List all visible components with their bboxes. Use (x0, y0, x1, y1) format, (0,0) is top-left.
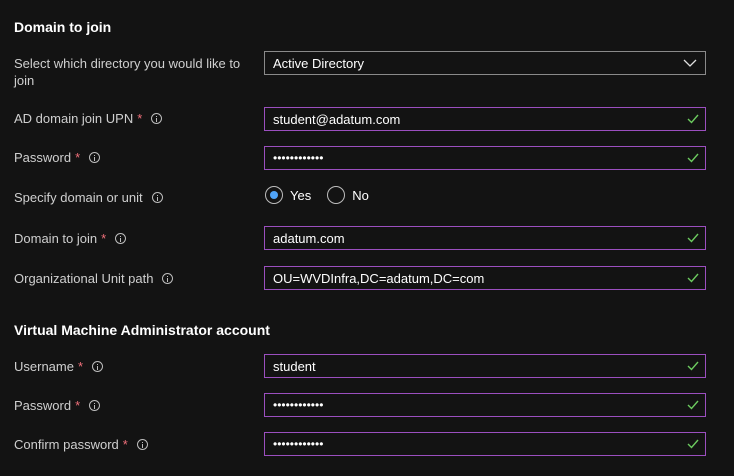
upn-input[interactable]: student@adatum.com (264, 107, 706, 131)
info-icon[interactable] (92, 361, 104, 372)
domain-to-join-input-value: adatum.com (273, 230, 345, 246)
confirm-password-input-value: •••••••••••• (273, 437, 324, 451)
username-input[interactable]: student (264, 354, 706, 378)
required-marker: * (137, 111, 143, 126)
required-marker: * (75, 398, 81, 413)
section-title-vm-admin: Virtual Machine Administrator account (14, 322, 270, 338)
upn-label-text: AD domain join UPN (14, 111, 134, 126)
username-label: Username * (14, 358, 254, 375)
specify-domain-radio-group: Yes No (265, 185, 385, 205)
info-icon[interactable] (89, 400, 101, 411)
check-icon (687, 400, 699, 410)
upn-label: AD domain join UPN * (14, 110, 254, 127)
check-icon (687, 361, 699, 371)
password-input-value: •••••••••••• (273, 151, 324, 165)
required-marker: * (122, 437, 128, 452)
username-label-text: Username (14, 359, 74, 374)
confirm-password-label: Confirm password * (14, 436, 254, 453)
check-icon (687, 273, 699, 283)
check-icon (687, 114, 699, 124)
section-title-domain: Domain to join (14, 19, 112, 35)
domain-to-join-input[interactable]: adatum.com (264, 226, 706, 250)
confirm-password-input[interactable]: •••••••••••• (264, 432, 706, 456)
radio-no[interactable] (327, 186, 346, 204)
vm-password-input[interactable]: •••••••••••• (264, 393, 706, 417)
check-icon (687, 153, 699, 163)
vm-password-label-text: Password (14, 398, 72, 413)
username-input-value: student (273, 358, 316, 374)
directory-label: Select which directory you would like to… (14, 56, 241, 88)
domain-to-join-label: Domain to join * (14, 230, 254, 247)
specify-domain-label: Specify domain or unit (14, 189, 254, 206)
info-icon[interactable] (115, 233, 127, 244)
required-marker: * (101, 231, 107, 246)
upn-input-value: student@adatum.com (273, 111, 401, 127)
radio-yes-label[interactable]: Yes (290, 188, 311, 203)
password-input[interactable]: •••••••••••• (264, 146, 706, 170)
ou-path-label: Organizational Unit path (14, 270, 254, 287)
info-icon[interactable] (151, 192, 163, 203)
info-icon[interactable] (162, 273, 174, 284)
chevron-down-icon (683, 59, 697, 67)
domain-to-join-label-text: Domain to join (14, 231, 98, 246)
check-icon (687, 439, 699, 449)
check-icon (687, 233, 699, 243)
password-label: Password * (14, 149, 254, 166)
directory-select-value: Active Directory (273, 55, 365, 71)
specify-domain-label-text: Specify domain or unit (14, 190, 143, 205)
password-label-text: Password (14, 150, 72, 165)
required-marker: * (77, 359, 84, 374)
ou-path-label-text: Organizational Unit path (14, 271, 154, 286)
confirm-password-label-text: Confirm password (14, 437, 119, 452)
radio-no-label[interactable]: No (352, 188, 369, 203)
info-icon[interactable] (136, 439, 148, 450)
info-icon[interactable] (151, 113, 163, 124)
radio-yes[interactable] (265, 186, 283, 204)
ou-path-input[interactable]: OU=WVDInfra,DC=adatum,DC=com (264, 266, 706, 290)
directory-select[interactable]: Active Directory (264, 51, 706, 75)
vm-password-label: Password * (14, 397, 254, 414)
ou-path-input-value: OU=WVDInfra,DC=adatum,DC=com (273, 270, 485, 286)
info-icon[interactable] (89, 152, 101, 163)
required-marker: * (75, 150, 81, 165)
vm-password-input-value: •••••••••••• (273, 398, 324, 412)
